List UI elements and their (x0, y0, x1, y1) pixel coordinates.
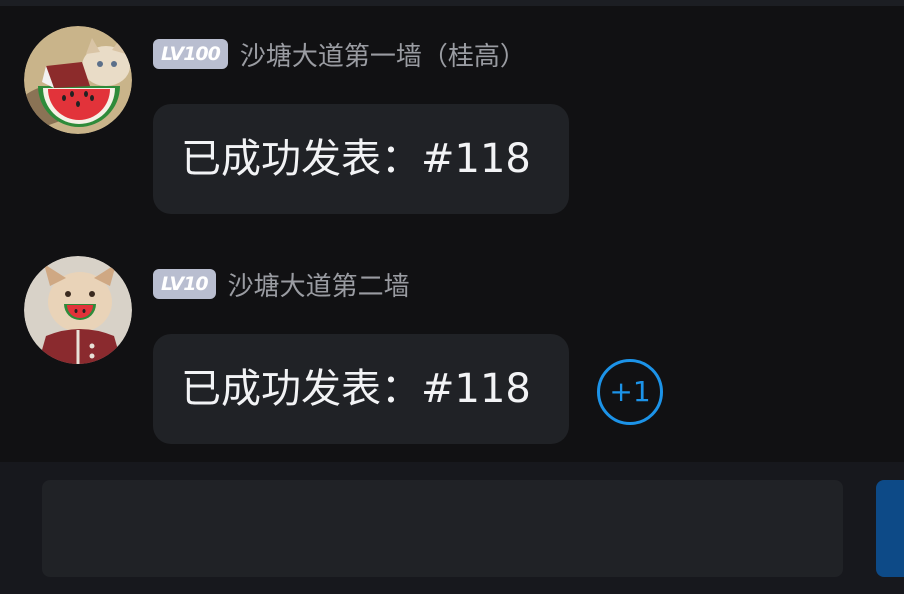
level-badge: LV100 (153, 39, 228, 69)
plus-one-button[interactable]: +1 (597, 359, 663, 425)
watermelon-dog-avatar-icon[interactable] (24, 256, 132, 364)
send-button[interactable] (876, 480, 904, 577)
message-bubble[interactable]: 已成功发表：#118 (153, 334, 569, 444)
watermelon-cat-avatar-icon[interactable] (24, 26, 132, 134)
message-bubble[interactable]: 已成功发表：#118 (153, 104, 569, 214)
message-input[interactable] (42, 480, 843, 577)
sender-name[interactable]: 沙塘大道第一墙（桂高） (240, 36, 526, 73)
sender-name[interactable]: 沙塘大道第二墙 (228, 266, 410, 303)
chat-area[interactable]: LV100 沙塘大道第一墙（桂高） 已成功发表：#118 LV10 沙塘大道第二… (0, 6, 904, 462)
message-meta: LV10 沙塘大道第二墙 (153, 266, 410, 303)
message-meta: LV100 沙塘大道第一墙（桂高） (153, 36, 526, 73)
composer-bar (0, 462, 904, 594)
level-badge: LV10 (153, 269, 216, 299)
